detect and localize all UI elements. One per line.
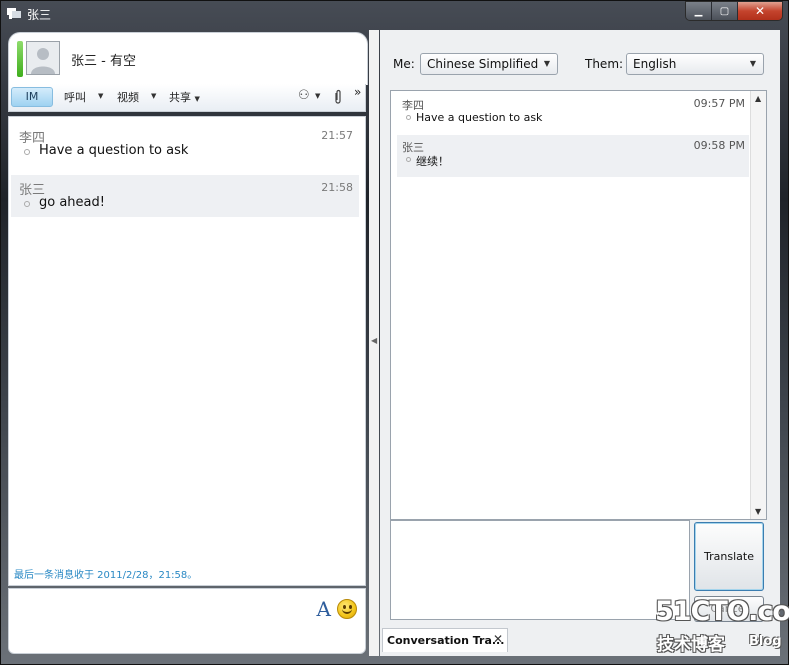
call-dropdown-icon[interactable]: ▼ bbox=[98, 92, 103, 100]
them-label: Them: bbox=[585, 57, 624, 71]
maximize-button[interactable]: ▢ bbox=[712, 2, 738, 20]
watermark-blog: Blog bbox=[749, 634, 782, 649]
close-button[interactable]: ✕ bbox=[738, 2, 782, 20]
call-button[interactable]: 呼叫 bbox=[64, 89, 86, 105]
share-label: 共享 bbox=[169, 91, 191, 104]
message-time: 21:58 bbox=[321, 181, 353, 194]
watermark: 51CTO.com 技术博客 Blog bbox=[655, 596, 789, 658]
video-button[interactable]: 视频 bbox=[117, 89, 139, 105]
im-toolbar: IM 呼叫 ▼ 视频 ▼ 共享 ▼ ⚇ ▼ » bbox=[8, 84, 366, 112]
translated-message: 李四 09:57 PM Have a question to ask bbox=[397, 93, 749, 135]
presence-indicator bbox=[17, 41, 23, 77]
people-dropdown-icon[interactable]: ▼ bbox=[315, 92, 320, 100]
font-icon[interactable]: A bbox=[317, 597, 331, 621]
message-input[interactable]: A bbox=[8, 588, 366, 654]
scroll-down-icon[interactable]: ▼ bbox=[755, 507, 761, 516]
translated-message: 张三 09:58 PM 继续！ bbox=[397, 135, 749, 177]
person-icon bbox=[31, 48, 55, 74]
them-language-value: English bbox=[633, 57, 677, 71]
tab-im[interactable]: IM bbox=[11, 87, 53, 107]
avatar[interactable] bbox=[26, 41, 60, 75]
video-dropdown-icon[interactable]: ▼ bbox=[151, 92, 156, 100]
minimize-icon: ▁ bbox=[694, 5, 703, 17]
bullet-icon bbox=[406, 115, 411, 120]
last-message-status: 最后一条消息收于 2011/2/28，21:58。 bbox=[14, 570, 198, 581]
message-time: 09:58 PM bbox=[693, 139, 745, 152]
maximize-icon: ▢ bbox=[719, 5, 730, 17]
conversation-history[interactable]: 李四 21:57 Have a question to ask 张三 21:58… bbox=[8, 116, 366, 586]
message-item: 张三 21:58 go ahead! bbox=[11, 175, 359, 217]
share-dropdown-icon: ▼ bbox=[194, 95, 200, 103]
chevron-down-icon: ▼ bbox=[543, 59, 550, 68]
message-text: go ahead! bbox=[39, 195, 105, 210]
bullet-icon bbox=[24, 201, 30, 207]
share-button[interactable]: 共享 ▼ bbox=[169, 89, 200, 105]
message-text: 继续！ bbox=[416, 155, 449, 168]
tab-label: Conversation Tra... bbox=[387, 634, 505, 647]
more-icon[interactable]: » bbox=[354, 85, 361, 99]
collapse-arrow-icon[interactable]: ◀ bbox=[371, 336, 377, 345]
contact-card: 张三 - 有空 bbox=[8, 32, 368, 85]
scroll-up-icon[interactable]: ▲ bbox=[755, 94, 761, 103]
message-time: 21:57 bbox=[321, 129, 353, 142]
vertical-scrollbar[interactable]: ▲ ▼ bbox=[750, 91, 766, 519]
me-language-value: Chinese Simplified bbox=[427, 57, 539, 71]
bullet-icon bbox=[406, 157, 411, 162]
bullet-icon bbox=[24, 149, 30, 155]
translation-input[interactable] bbox=[390, 520, 690, 620]
translator-pane: Me: Chinese Simplified ▼ Them: English ▼… bbox=[380, 30, 780, 656]
contact-name: 张三 - 有空 bbox=[71, 54, 136, 69]
message-text: Have a question to ask bbox=[416, 111, 543, 124]
translate-button[interactable]: Translate bbox=[694, 522, 764, 591]
window-title: 张三 bbox=[27, 8, 52, 22]
close-icon: ✕ bbox=[754, 4, 766, 18]
message-text: Have a question to ask bbox=[39, 143, 189, 158]
chevron-down-icon: ▼ bbox=[749, 59, 756, 68]
me-label: Me: bbox=[393, 57, 415, 71]
title-bar[interactable]: 张三 ▁ ▢ ✕ bbox=[1, 1, 789, 27]
minimize-button[interactable]: ▁ bbox=[686, 2, 712, 20]
them-language-select[interactable]: English ▼ bbox=[626, 53, 764, 75]
people-icon[interactable]: ⚇ bbox=[298, 88, 310, 103]
translated-conversation[interactable]: 李四 09:57 PM Have a question to ask 张三 09… bbox=[390, 90, 767, 520]
me-language-select[interactable]: Chinese Simplified ▼ bbox=[420, 53, 558, 75]
app-icon bbox=[7, 8, 21, 19]
tab-conversation-translator[interactable]: Conversation Tra... ✕ bbox=[382, 628, 508, 652]
watermark-site: 51CTO.com bbox=[655, 596, 789, 627]
window-controls: ▁ ▢ ✕ bbox=[686, 2, 782, 20]
emoticon-icon[interactable] bbox=[337, 599, 357, 619]
message-item: 李四 21:57 Have a question to ask bbox=[11, 123, 359, 169]
watermark-sub: 技术博客 bbox=[657, 635, 725, 655]
close-icon[interactable]: ✕ bbox=[493, 632, 503, 646]
video-label: 视频 bbox=[117, 91, 139, 104]
message-time: 09:57 PM bbox=[693, 97, 745, 110]
attachment-icon[interactable] bbox=[334, 89, 342, 105]
call-label: 呼叫 bbox=[64, 91, 86, 104]
im-pane: 张三 - 有空 IM 呼叫 ▼ 视频 ▼ 共享 ▼ ⚇ ▼ » 李四 21:57… bbox=[8, 32, 368, 654]
